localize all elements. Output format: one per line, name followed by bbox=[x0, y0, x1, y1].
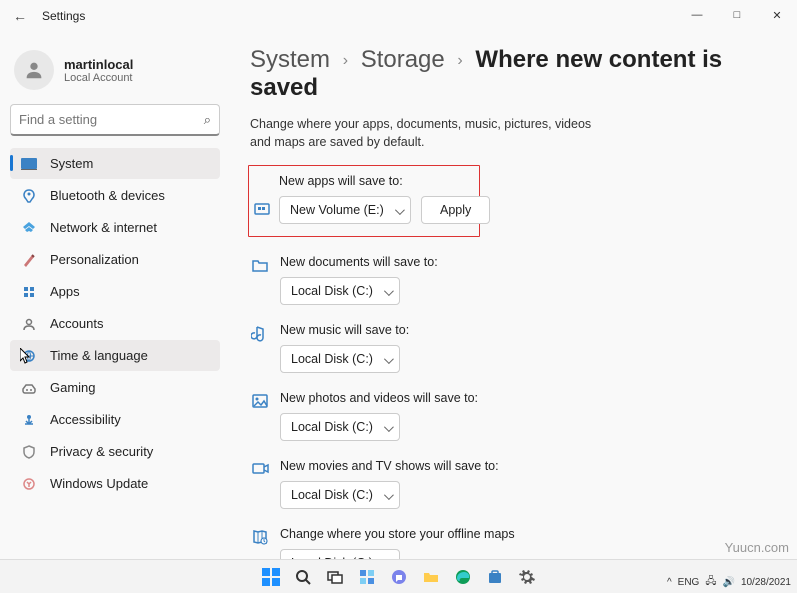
sidebar-item-label: Apps bbox=[50, 284, 80, 299]
setting-row: New photos and videos will save to: Local… bbox=[250, 391, 777, 441]
page-subtitle: Change where your apps, documents, music… bbox=[250, 116, 610, 151]
drive-select[interactable]: Local Disk (C:) bbox=[280, 277, 400, 305]
nav-icon bbox=[20, 219, 38, 237]
sidebar: martinlocal Local Account ⌕ System Blueto… bbox=[0, 32, 230, 559]
drive-select[interactable]: New Volume (E:) bbox=[279, 196, 411, 224]
setting-icon bbox=[253, 200, 273, 220]
chevron-right-icon: › bbox=[337, 52, 354, 69]
chat-icon[interactable] bbox=[386, 564, 412, 590]
sidebar-item-label: Accounts bbox=[50, 316, 103, 331]
user-name: martinlocal bbox=[64, 57, 133, 72]
breadcrumb-storage[interactable]: Storage bbox=[361, 46, 445, 73]
setting-icon bbox=[250, 527, 270, 547]
setting-label: Change where you store your offline maps bbox=[280, 527, 777, 541]
sidebar-item-label: Personalization bbox=[50, 252, 139, 267]
sidebar-item-label: Bluetooth & devices bbox=[50, 188, 165, 203]
setting-row: New documents will save to: Local Disk (C… bbox=[250, 255, 777, 305]
chevron-right-icon: › bbox=[451, 52, 468, 69]
start-button[interactable] bbox=[258, 564, 284, 590]
tray-lang[interactable]: ENG bbox=[678, 577, 700, 588]
sidebar-item-privacy-security[interactable]: Privacy & security bbox=[10, 436, 220, 467]
tray-volume-icon[interactable]: 🔊 bbox=[722, 577, 734, 588]
sidebar-item-apps[interactable]: Apps bbox=[10, 276, 220, 307]
user-block[interactable]: martinlocal Local Account bbox=[14, 50, 220, 90]
sidebar-item-accounts[interactable]: Accounts bbox=[10, 308, 220, 339]
avatar bbox=[14, 50, 54, 90]
drive-select[interactable]: Local Disk (C:) bbox=[280, 413, 400, 441]
setting-icon bbox=[250, 391, 270, 411]
drive-select[interactable]: Local Disk (C:) bbox=[280, 345, 400, 373]
sidebar-item-bluetooth-devices[interactable]: Bluetooth & devices bbox=[10, 180, 220, 211]
setting-row: New movies and TV shows will save to: Loc… bbox=[250, 459, 777, 509]
minimize-button[interactable]: — bbox=[677, 0, 717, 30]
setting-icon bbox=[250, 323, 270, 343]
apply-button[interactable]: Apply bbox=[421, 196, 490, 224]
sidebar-item-personalization[interactable]: Personalization bbox=[10, 244, 220, 275]
sidebar-item-label: Accessibility bbox=[50, 412, 121, 427]
sidebar-item-time-language[interactable]: Time & language bbox=[10, 340, 220, 371]
store-icon[interactable] bbox=[482, 564, 508, 590]
window-title: Settings bbox=[42, 9, 85, 23]
sidebar-item-label: Time & language bbox=[50, 348, 148, 363]
widgets-icon[interactable] bbox=[354, 564, 380, 590]
sidebar-item-accessibility[interactable]: Accessibility bbox=[10, 404, 220, 435]
nav-icon bbox=[20, 187, 38, 205]
main-content: System › Storage › Where new content is … bbox=[230, 32, 797, 559]
setting-label: New documents will save to: bbox=[280, 255, 777, 269]
breadcrumb: System › Storage › Where new content is … bbox=[250, 46, 777, 102]
task-view-icon[interactable] bbox=[322, 564, 348, 590]
drive-select[interactable]: Local Disk (C:) bbox=[280, 481, 400, 509]
explorer-icon[interactable] bbox=[418, 564, 444, 590]
settings-taskbar-icon[interactable] bbox=[514, 564, 540, 590]
nav-icon bbox=[20, 443, 38, 461]
setting-row: Change where you store your offline maps… bbox=[250, 527, 777, 559]
back-button[interactable]: ← bbox=[10, 8, 30, 24]
nav-icon bbox=[20, 347, 38, 365]
sidebar-item-windows-update[interactable]: Windows Update bbox=[10, 468, 220, 499]
sidebar-item-label: Network & internet bbox=[50, 220, 157, 235]
setting-label: New movies and TV shows will save to: bbox=[280, 459, 777, 473]
sidebar-item-network-internet[interactable]: Network & internet bbox=[10, 212, 220, 243]
setting-icon bbox=[250, 255, 270, 275]
sidebar-item-label: Gaming bbox=[50, 380, 96, 395]
taskbar: ^ ENG 🖧 🔊 10/28/2021 bbox=[0, 559, 797, 593]
search-input[interactable] bbox=[19, 112, 204, 127]
drive-select[interactable]: Local Disk (C:) bbox=[280, 549, 400, 559]
setting-label: New apps will save to: bbox=[279, 174, 449, 188]
maximize-button[interactable]: □ bbox=[717, 0, 757, 30]
nav-icon bbox=[20, 283, 38, 301]
setting-label: New music will save to: bbox=[280, 323, 777, 337]
sidebar-item-gaming[interactable]: Gaming bbox=[10, 372, 220, 403]
breadcrumb-system[interactable]: System bbox=[250, 46, 330, 73]
search-icon: ⌕ bbox=[204, 112, 211, 128]
setting-row: New apps will save to:New Volume (E:)App… bbox=[248, 165, 480, 237]
nav-icon bbox=[20, 155, 38, 173]
sidebar-item-label: Privacy & security bbox=[50, 444, 153, 459]
setting-icon bbox=[250, 459, 270, 479]
nav-icon bbox=[20, 411, 38, 429]
nav-icon bbox=[20, 475, 38, 493]
nav-icon bbox=[20, 315, 38, 333]
sidebar-item-system[interactable]: System bbox=[10, 148, 220, 179]
sidebar-item-label: System bbox=[50, 156, 93, 171]
taskbar-search-icon[interactable] bbox=[290, 564, 316, 590]
tray-chevron-icon[interactable]: ^ bbox=[667, 577, 672, 588]
setting-label: New photos and videos will save to: bbox=[280, 391, 777, 405]
user-account-type: Local Account bbox=[64, 72, 133, 84]
nav-icon bbox=[20, 379, 38, 397]
close-button[interactable]: ✕ bbox=[757, 0, 797, 30]
nav-icon bbox=[20, 251, 38, 269]
edge-icon[interactable] bbox=[450, 564, 476, 590]
tray-datetime[interactable]: 10/28/2021 bbox=[741, 577, 791, 588]
watermark: Yuucn.com bbox=[725, 540, 789, 555]
setting-row: New music will save to: Local Disk (C:) bbox=[250, 323, 777, 373]
sidebar-item-label: Windows Update bbox=[50, 476, 148, 491]
tray-network-icon[interactable]: 🖧 bbox=[705, 574, 716, 591]
search-box[interactable]: ⌕ bbox=[10, 104, 220, 136]
